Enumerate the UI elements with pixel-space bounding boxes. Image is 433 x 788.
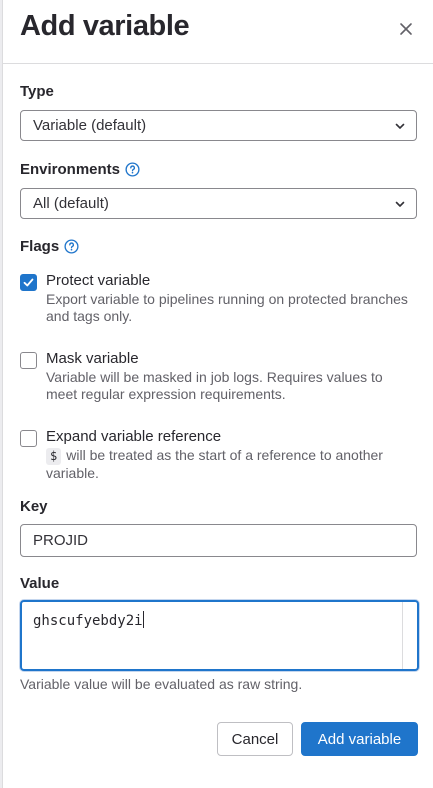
protect-variable-checkbox[interactable] (20, 274, 37, 291)
type-selected-value: Variable (default) (33, 117, 147, 134)
expand-variable-help: $ will be treated as the start of a refer… (46, 447, 416, 482)
cancel-button[interactable]: Cancel (217, 722, 293, 756)
textarea-scrollbar[interactable] (402, 602, 403, 669)
value-hint: Variable value will be evaluated as raw … (20, 676, 303, 692)
close-icon (400, 23, 412, 35)
close-button[interactable] (395, 18, 417, 40)
add-variable-drawer: Add variable Type Variable (default) Env… (2, 0, 433, 788)
text-caret (142, 611, 144, 628)
environments-label: Environments (20, 161, 140, 178)
value-label: Value (20, 575, 60, 592)
mask-variable-checkbox[interactable] (20, 352, 37, 369)
protect-variable-label[interactable]: Protect variable (46, 272, 150, 289)
type-select[interactable]: Variable (default) (20, 110, 417, 141)
type-label: Type (20, 83, 54, 100)
key-input[interactable]: PROJID (20, 524, 417, 557)
chevron-down-icon (395, 123, 405, 129)
expand-variable-label[interactable]: Expand variable reference (46, 428, 221, 445)
help-icon[interactable] (64, 239, 79, 254)
dollar-code: $ (46, 448, 62, 465)
value-textarea-content: ghscufyebdy2i (33, 613, 143, 629)
protect-variable-help: Export variable to pipelines running on … (46, 291, 408, 324)
expand-variable-help-text: will be treated as the start of a refere… (46, 447, 383, 481)
chevron-down-icon (395, 201, 405, 207)
flags-label: Flags (20, 238, 79, 255)
environments-selected-value: All (default) (33, 195, 109, 212)
help-icon[interactable] (125, 162, 140, 177)
mask-variable-label[interactable]: Mask variable (46, 350, 139, 367)
expand-variable-checkbox[interactable] (20, 430, 37, 447)
value-textarea[interactable]: ghscufyebdy2i (20, 600, 419, 671)
mask-variable-help: Variable will be masked in job logs. Req… (46, 369, 383, 402)
environments-select[interactable]: All (default) (20, 188, 417, 219)
add-variable-button[interactable]: Add variable (301, 722, 418, 756)
drawer-header: Add variable (3, 0, 433, 64)
checkmark-icon (23, 278, 34, 287)
key-input-value: PROJID (33, 532, 89, 549)
drawer-title: Add variable (20, 10, 190, 42)
key-label: Key (20, 498, 48, 515)
